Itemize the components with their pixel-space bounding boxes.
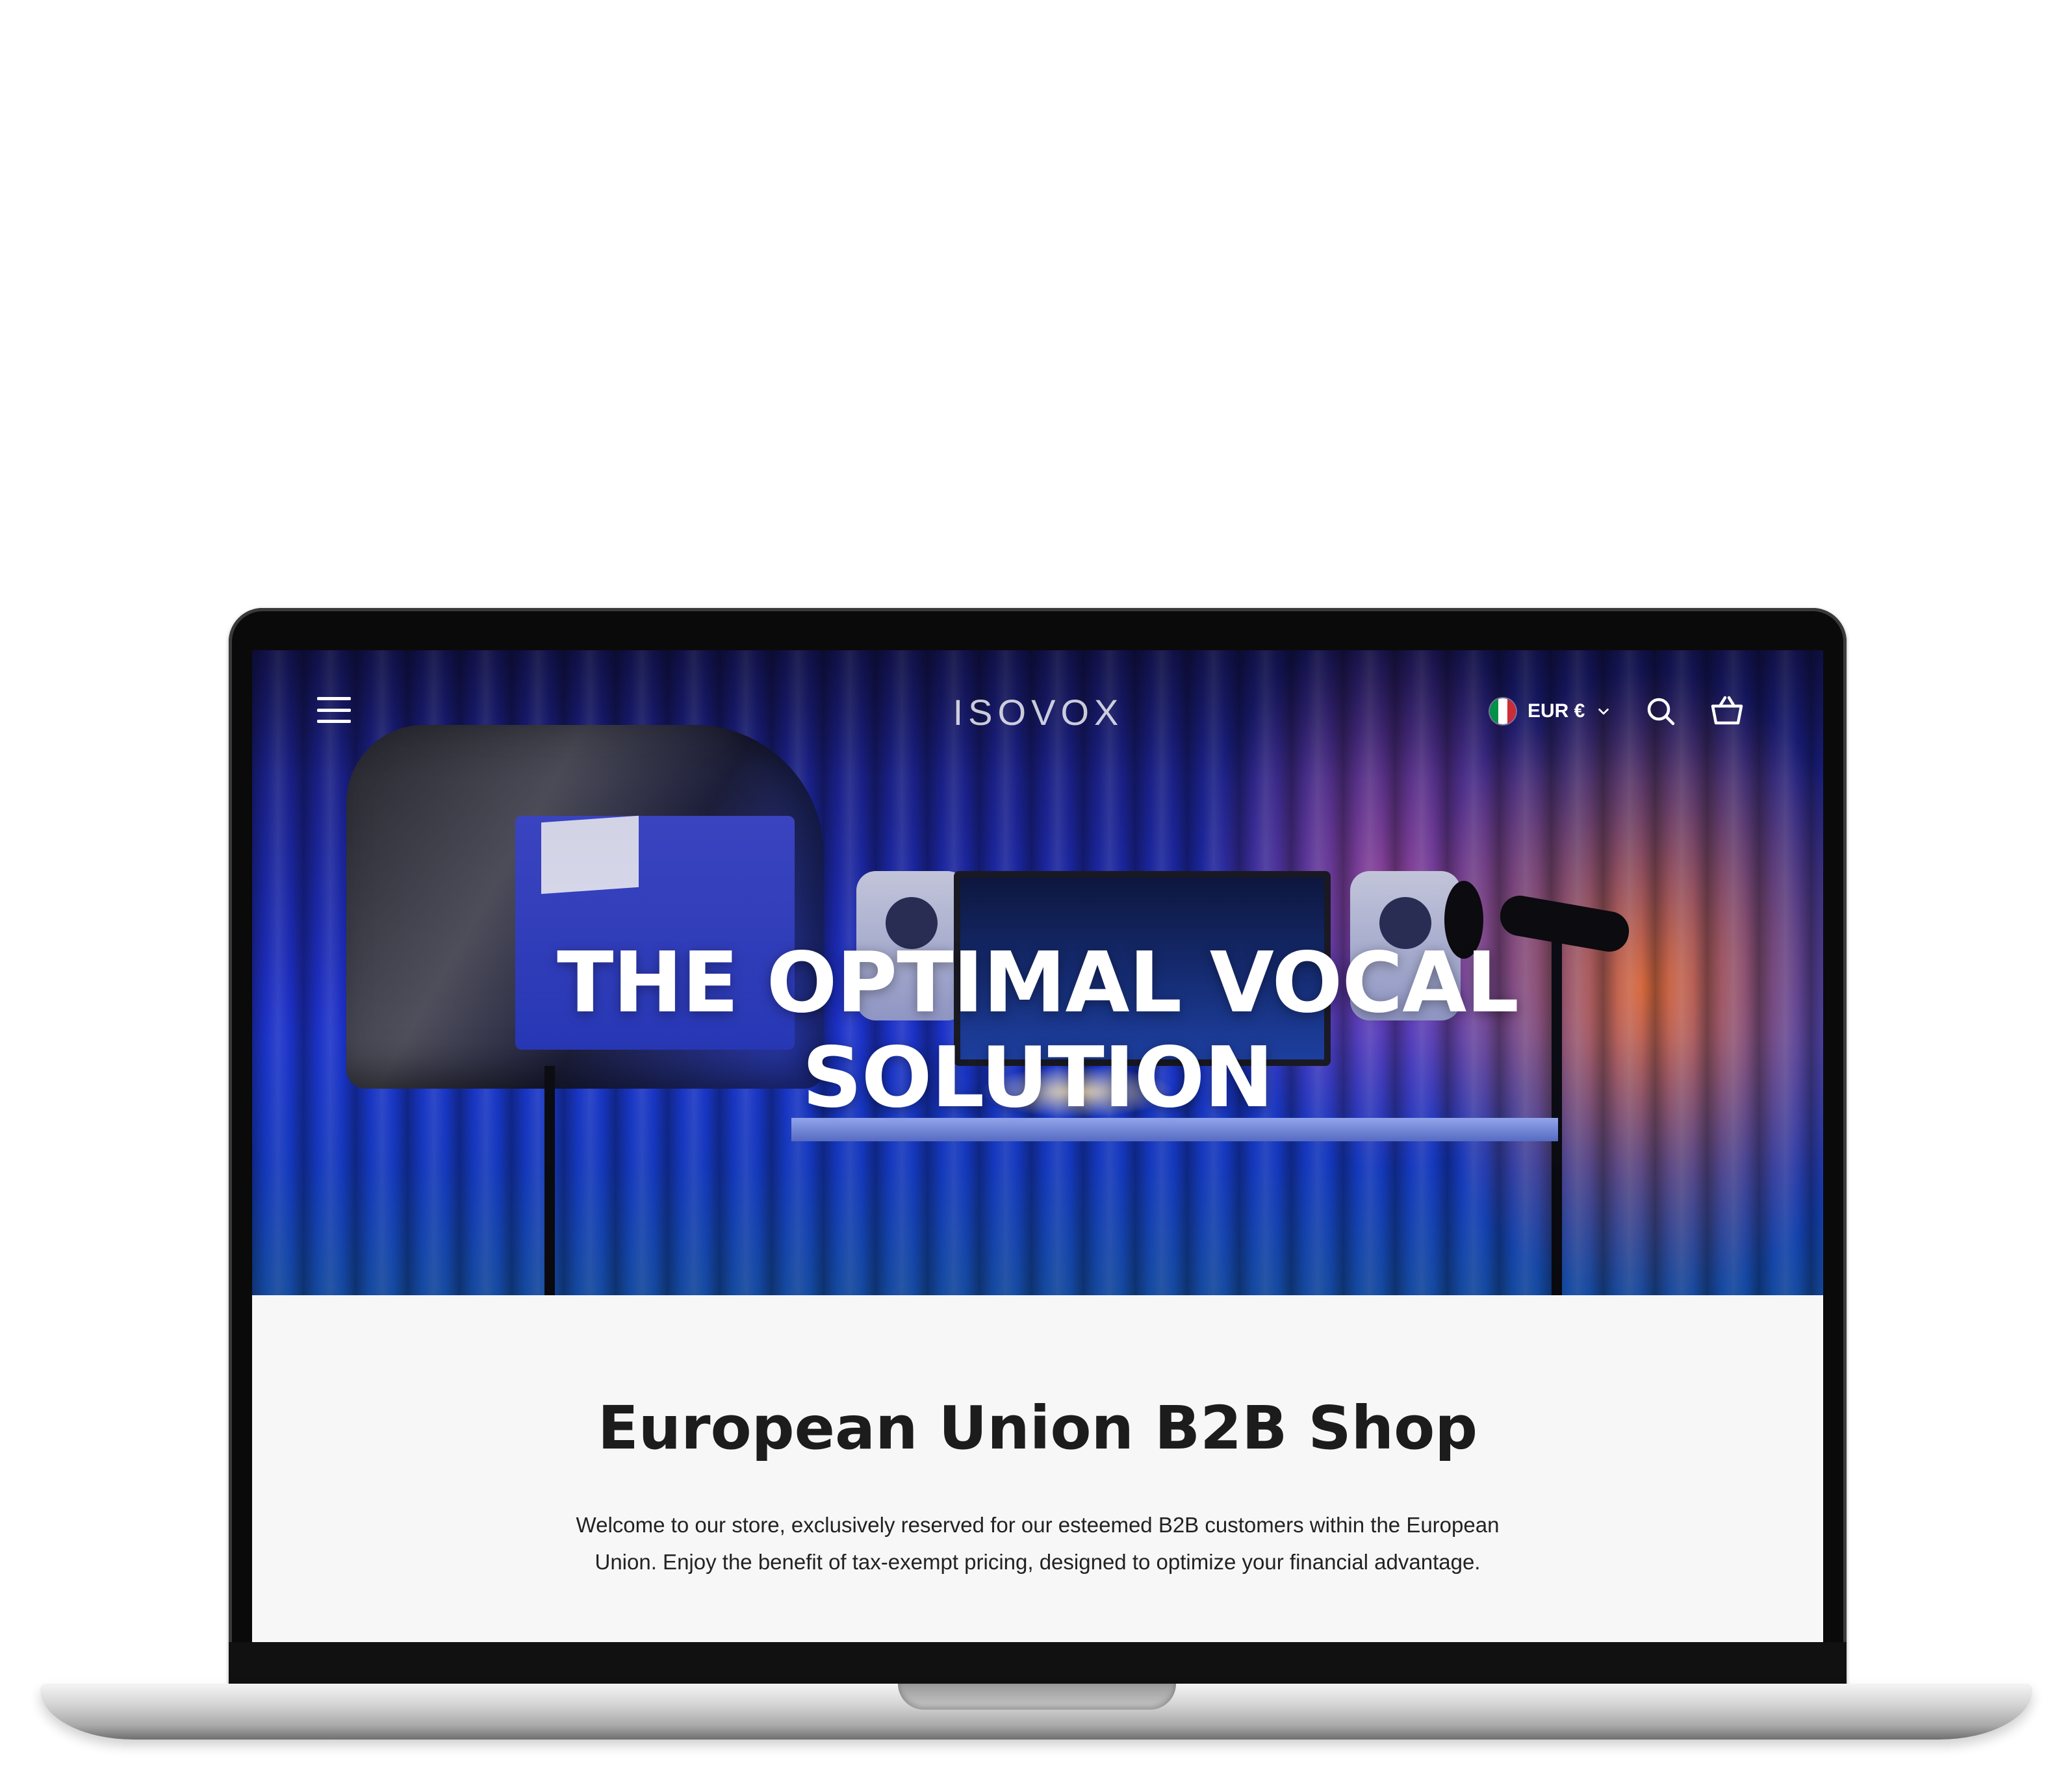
hero-title: THE OPTIMAL VOCAL SOLUTION [252,936,1823,1126]
b2b-intro-section: European Union B2B Shop Welcome to our s… [252,1295,1823,1642]
hero-banner: ISOVOX EUR € THE OPTIMAL VOCAL SOLUTION [252,650,1823,1295]
currency-label: EUR € [1528,700,1585,722]
cart-icon [1711,696,1743,725]
laptop-screen: ISOVOX EUR € THE OPTIMAL VOCAL SOLUTION … [252,650,1823,1642]
menu-button[interactable] [317,697,351,723]
chevron-down-icon [1598,708,1609,715]
hero-title-line-2: SOLUTION [802,1030,1274,1126]
hero-title-line-1: THE OPTIMAL VOCAL [557,935,1519,1032]
italy-flag-icon [1490,698,1516,724]
laptop-notch [898,1684,1176,1710]
cart-button[interactable] [1710,693,1744,727]
search-button[interactable] [1644,694,1678,728]
menu-icon-bar [317,720,351,723]
section-description: Welcome to our store, exclusively reserv… [576,1513,1500,1574]
menu-icon [317,697,351,700]
menu-icon-bar [317,708,351,712]
store-logo[interactable]: ISOVOX [941,689,1136,735]
search-icon [1647,698,1675,726]
currency-selector[interactable]: EUR € [1490,696,1611,727]
laptop-chin [229,1642,1847,1690]
section-title: European Union B2B Shop [597,1393,1478,1463]
